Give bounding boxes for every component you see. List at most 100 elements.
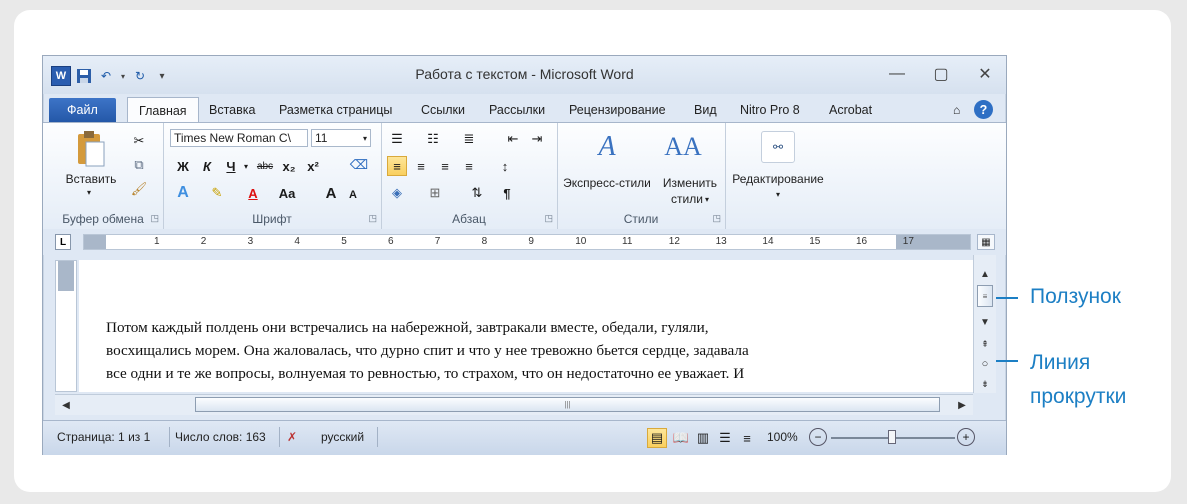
close-icon[interactable]: ✕ [972, 64, 998, 84]
editing-dropdown-icon[interactable]: ▾ [770, 189, 786, 199]
document-text[interactable]: Потом каждый полдень они встречались на … [106, 316, 926, 385]
subscript-button[interactable]: x₂ [279, 156, 299, 176]
align-left-button[interactable]: ≡ [387, 156, 407, 176]
scroll-left-icon[interactable]: ◀ [57, 396, 75, 414]
bold-button[interactable]: Ж [173, 156, 193, 176]
word-count[interactable]: Число слов: 163 [175, 430, 266, 444]
ribbon: Вставить ▾ ✂ ⧉ 🖌 Буфер обмена ◳ Times Ne… [43, 122, 1006, 230]
tab-references[interactable]: Ссылки [421, 98, 465, 122]
italic-button[interactable]: К [197, 156, 217, 176]
borders-icon[interactable]: ⊞ [425, 183, 445, 203]
browse-object-icon[interactable]: ○ [976, 355, 994, 373]
sort-icon[interactable]: ⇅ [467, 183, 487, 203]
paste-icon[interactable] [73, 129, 107, 169]
tab-acrobat[interactable]: Acrobat [829, 98, 872, 122]
paste-dropdown-icon[interactable]: ▾ [81, 187, 97, 197]
quick-styles-button[interactable]: Экспресс-стили [559, 175, 655, 191]
tab-file[interactable]: Файл [49, 98, 116, 122]
bullets-icon[interactable]: ☰ [387, 129, 407, 149]
ruler-number: 11 [622, 236, 633, 247]
numbering-icon[interactable]: ☷ [423, 129, 443, 149]
font-color-icon[interactable]: A [243, 183, 263, 203]
tab-view[interactable]: Вид [694, 98, 717, 122]
tab-selector[interactable]: L [55, 234, 71, 250]
ruler-number: 2 [200, 236, 207, 247]
tab-insert[interactable]: Вставка [209, 98, 255, 122]
status-bar: Страница: 1 из 1 Число слов: 163 ✗ русск… [43, 420, 1006, 455]
font-size-combo[interactable]: 11 ▾ [311, 129, 371, 147]
draft-icon[interactable]: ≡ [737, 428, 757, 448]
minimize-icon[interactable]: — [884, 64, 910, 84]
increase-indent-icon[interactable]: ⇥ [527, 129, 547, 149]
tab-home[interactable]: Главная [127, 97, 199, 123]
change-styles-button[interactable]: Изменить [657, 175, 723, 191]
tab-nitro[interactable]: Nitro Pro 8 [740, 98, 800, 122]
editing-button[interactable]: Редактирование [725, 171, 831, 187]
ruler-bar[interactable]: 1 2 3 4 5 6 7 8 9 10 11 12 13 14 15 16 17 [83, 234, 971, 250]
maximize-icon[interactable]: ▢ [928, 64, 954, 84]
scroll-down-icon[interactable]: ▼ [976, 313, 994, 331]
full-screen-reading-icon[interactable]: 📖 [671, 428, 691, 448]
dialog-launcher-icon[interactable]: ◳ [544, 213, 553, 224]
scroll-thumb[interactable]: ≡ [977, 285, 993, 307]
strikethrough-button[interactable]: abc [255, 156, 275, 176]
zoom-slider-thumb[interactable] [888, 430, 896, 444]
highlight-icon[interactable]: ✎ [207, 183, 227, 203]
tab-review[interactable]: Рецензирование [569, 98, 666, 122]
underline-dropdown-icon[interactable]: ▾ [241, 156, 251, 176]
zoom-out-icon[interactable]: − [809, 428, 827, 446]
grow-font-button[interactable]: A [321, 183, 341, 203]
callout-scroll-line2: прокрутки [1030, 385, 1127, 408]
view-ruler-icon[interactable]: ▦ [977, 234, 995, 250]
print-layout-icon[interactable]: ▤ [647, 428, 667, 448]
decrease-indent-icon[interactable]: ⇤ [503, 129, 523, 149]
change-styles-icon[interactable]: AA [663, 129, 703, 165]
group-label-styles: Стили [623, 212, 659, 226]
dialog-launcher-icon[interactable]: ◳ [712, 213, 721, 224]
clear-formatting-icon[interactable]: ⌫ [349, 155, 369, 175]
zoom-level[interactable]: 100% [767, 430, 798, 444]
cut-icon[interactable]: ✂ [129, 131, 149, 151]
horizontal-scrollbar[interactable]: ◀ ||| ▶ [55, 394, 973, 415]
outline-icon[interactable]: ☰ [715, 428, 735, 448]
shrink-font-button[interactable]: A [343, 185, 363, 205]
show-marks-button[interactable]: ¶ [497, 183, 517, 203]
zoom-in-icon[interactable]: + [957, 428, 975, 446]
align-center-button[interactable]: ≡ [411, 156, 431, 176]
text-effects-icon[interactable]: A [173, 183, 193, 203]
change-case-button[interactable]: Aa [277, 183, 297, 203]
dialog-launcher-icon[interactable]: ◳ [368, 213, 377, 224]
format-painter-icon[interactable]: 🖌 [129, 179, 149, 199]
horizontal-scroll-thumb[interactable]: ||| [195, 397, 940, 412]
ruler-number: 10 [575, 236, 587, 247]
tab-page-layout[interactable]: Разметка страницы [279, 98, 392, 122]
underline-button[interactable]: Ч [221, 156, 241, 176]
change-styles-sub[interactable]: стили ▾ [657, 191, 723, 207]
proofing-icon[interactable]: ✗ [287, 430, 297, 444]
find-binoculars-icon[interactable]: ⚯ [761, 131, 795, 163]
scroll-up-icon[interactable]: ▲ [976, 265, 994, 283]
tab-mailings[interactable]: Рассылки [489, 98, 545, 122]
web-layout-icon[interactable]: ▥ [693, 428, 713, 448]
shading-icon[interactable]: ◈ [387, 183, 407, 203]
align-right-button[interactable]: ≡ [435, 156, 455, 176]
document-line: все одни и те же вопросы, волнуемая то р… [106, 365, 745, 382]
copy-icon[interactable]: ⧉ [129, 155, 149, 175]
help-icon[interactable]: ? [974, 100, 993, 119]
multilevel-list-icon[interactable]: ≣ [459, 129, 479, 149]
scroll-right-icon[interactable]: ▶ [953, 396, 971, 414]
minimize-ribbon-icon[interactable]: ⌂ [953, 98, 960, 122]
language-indicator[interactable]: русский [321, 430, 364, 444]
justify-button[interactable]: ≡ [459, 156, 479, 176]
next-page-icon[interactable]: ⇟ [976, 375, 994, 393]
dialog-launcher-icon[interactable]: ◳ [150, 213, 159, 224]
paste-button[interactable]: Вставить [61, 171, 121, 187]
line-spacing-icon[interactable]: ↕ [495, 156, 515, 176]
quick-styles-icon[interactable]: A [589, 129, 625, 165]
previous-page-icon[interactable]: ⇞ [976, 335, 994, 353]
vertical-scrollbar[interactable]: ▲ ≡ ▼ ⇞ ○ ⇟ [973, 255, 996, 393]
page-count[interactable]: Страница: 1 из 1 [57, 430, 150, 444]
font-name-combo[interactable]: Times New Roman C\ [170, 129, 308, 147]
superscript-button[interactable]: x² [303, 156, 323, 176]
document-page[interactable]: Потом каждый полдень они встречались на … [79, 260, 973, 392]
